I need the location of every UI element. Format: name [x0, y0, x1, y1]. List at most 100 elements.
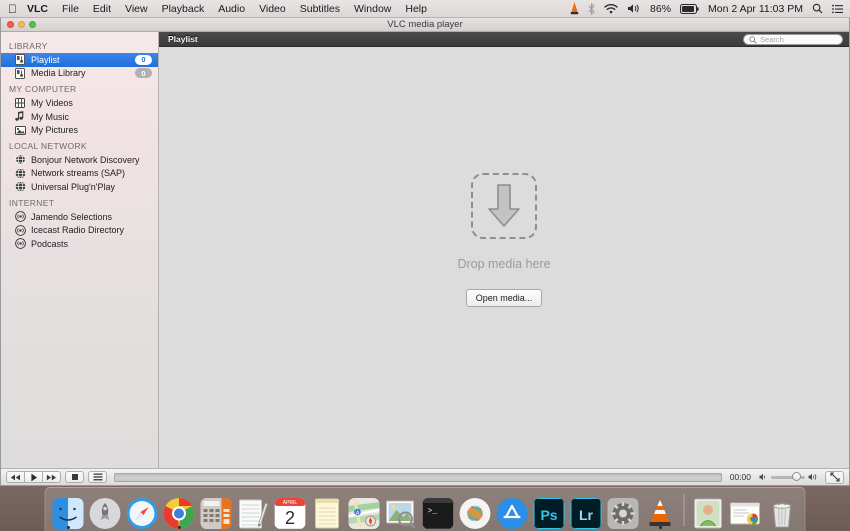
volume-control[interactable]	[759, 472, 825, 481]
menu-item-edit[interactable]: Edit	[86, 0, 118, 18]
dock-item-stickies[interactable]	[311, 493, 344, 529]
calendar-icon: APRIL 2	[274, 498, 306, 529]
dock-item-launchpad[interactable]	[89, 493, 122, 529]
sidebar-item-media-library[interactable]: Media Library 0	[1, 67, 158, 81]
network-globe-icon	[14, 154, 26, 165]
playlist-toggle-button[interactable]	[88, 471, 107, 483]
playlist-count-badge: 0	[135, 54, 152, 65]
play-button[interactable]	[24, 471, 43, 483]
menu-item-subtitles[interactable]: Subtitles	[293, 0, 347, 18]
sidebar-item-podcasts[interactable]: Podcasts	[1, 237, 158, 251]
menu-item-playback[interactable]: Playback	[155, 0, 212, 18]
dock-item-terminal[interactable]: >_	[422, 493, 455, 529]
volume-slider-knob[interactable]	[792, 472, 801, 481]
sidebar-item-playlist[interactable]: Playlist 0	[1, 53, 158, 67]
calculator-icon	[200, 498, 232, 529]
system-preferences-icon	[607, 498, 639, 529]
open-media-button[interactable]: Open media...	[465, 289, 543, 307]
window-body: LIBRARY Playlist 0 Media Library 0 MY CO…	[1, 32, 849, 468]
screen:  VLC File Edit View Playback Audio Vide…	[0, 0, 850, 531]
notification-center-icon[interactable]	[832, 4, 843, 14]
bluetooth-icon[interactable]	[588, 2, 595, 15]
sidebar-item-label: My Music	[31, 111, 69, 122]
menu-item-file[interactable]: File	[55, 0, 86, 18]
sidebar-item-my-videos[interactable]: My Videos	[1, 96, 158, 110]
menu-item-vlc[interactable]: VLC	[20, 0, 55, 18]
previous-button[interactable]	[6, 471, 25, 483]
video-icon	[14, 97, 26, 108]
dock-item-safari[interactable]	[126, 493, 159, 529]
dock: APRIL 2 A >_ Ps Lr	[44, 487, 806, 531]
photos-icon	[459, 498, 491, 529]
sidebar-item-jamendo-selections[interactable]: Jamendo Selections	[1, 210, 158, 224]
dock-item-notes-app[interactable]	[237, 493, 270, 529]
volume-high-icon	[808, 473, 817, 481]
dock-item-trash[interactable]	[766, 493, 799, 529]
menu-item-audio[interactable]: Audio	[211, 0, 252, 18]
menu-bar-status-items: 86% Mon 2 Apr 11:03 PM	[570, 2, 850, 15]
sidebar-item-my-pictures[interactable]: My Pictures	[1, 123, 158, 137]
media-library-count-badge: 0	[135, 68, 152, 79]
apple-logo-icon[interactable]: 	[8, 0, 20, 18]
stop-icon	[71, 474, 78, 480]
stop-button[interactable]	[65, 471, 84, 483]
menu-bar-clock[interactable]: Mon 2 Apr 11:03 PM	[708, 3, 803, 15]
dock-item-preview[interactable]	[385, 493, 418, 529]
playback-controls-bar: 00:00	[1, 468, 849, 485]
rewind-icon	[10, 474, 20, 480]
menu-item-window[interactable]: Window	[347, 0, 398, 18]
stickies-icon	[312, 498, 343, 529]
dock-item-app-store[interactable]	[496, 493, 529, 529]
next-button[interactable]	[42, 471, 61, 483]
dock-item-lightroom[interactable]: Lr	[570, 493, 603, 529]
volume-slider-track[interactable]	[771, 472, 805, 481]
lightroom-icon: Lr	[570, 498, 602, 529]
sidebar-group-library: LIBRARY	[9, 41, 48, 51]
sidebar-item-my-music[interactable]: My Music	[1, 110, 158, 124]
dock-item-document-file[interactable]	[729, 493, 762, 529]
sidebar-item-label: My Pictures	[31, 125, 79, 136]
finder-icon	[52, 498, 84, 529]
sidebar-group-local-network: LOCAL NETWORK	[9, 140, 87, 151]
sidebar-item-universal-plug-n-play[interactable]: Universal Plug'n'Play	[1, 180, 158, 194]
transport-button-group	[6, 471, 61, 483]
drop-media-zone[interactable]: Drop media here Open media...	[159, 32, 849, 468]
vlc-icon	[645, 498, 676, 529]
drop-target-box[interactable]	[471, 173, 537, 239]
dock-item-system-preferences[interactable]	[607, 493, 640, 529]
broadcast-icon	[14, 224, 26, 236]
dock-item-calendar[interactable]: APRIL 2	[274, 493, 307, 529]
dock-item-maps[interactable]: A	[348, 493, 381, 529]
dock-item-vlc[interactable]	[644, 493, 677, 529]
play-icon	[30, 473, 37, 481]
sidebar-item-network-streams-sap[interactable]: Network streams (SAP)	[1, 167, 158, 181]
vlc-cone-icon[interactable]	[570, 2, 579, 15]
sidebar-item-bonjour-network-discovery[interactable]: Bonjour Network Discovery	[1, 153, 158, 167]
dock-item-calculator[interactable]	[200, 493, 233, 529]
sidebar-group-internet: INTERNET	[9, 197, 55, 208]
battery-percent-label: 86%	[650, 2, 672, 15]
dock-item-photos[interactable]	[459, 493, 492, 529]
battery-icon[interactable]	[680, 3, 699, 14]
menu-item-help[interactable]: Help	[398, 0, 434, 18]
wifi-icon[interactable]	[604, 3, 618, 14]
spotlight-search-icon[interactable]	[812, 3, 823, 14]
seek-progress-bar[interactable]	[114, 472, 722, 482]
dock-item-chrome[interactable]	[163, 493, 196, 529]
menu-item-view[interactable]: View	[118, 0, 155, 18]
maps-icon: A	[348, 498, 380, 529]
volume-icon[interactable]	[627, 3, 641, 14]
fullscreen-button[interactable]	[825, 470, 844, 484]
vlc-window: VLC media player LIBRARY Playlist 0 Medi…	[0, 18, 850, 486]
menu-item-video[interactable]: Video	[252, 0, 293, 18]
dock-item-photo-file[interactable]	[692, 493, 725, 529]
sidebar-item-label: Playlist	[31, 54, 60, 65]
network-globe-icon	[14, 168, 26, 179]
dock-item-photoshop[interactable]: Ps	[533, 493, 566, 529]
dock-item-finder[interactable]	[52, 493, 85, 529]
window-titlebar[interactable]: VLC media player	[1, 18, 849, 32]
svg-text:>_: >_	[428, 507, 438, 516]
sidebar-item-label: Jamendo Selections	[31, 211, 113, 222]
sidebar-item-icecast-radio-directory[interactable]: Icecast Radio Directory	[1, 223, 158, 237]
drop-media-label: Drop media here	[457, 257, 551, 271]
